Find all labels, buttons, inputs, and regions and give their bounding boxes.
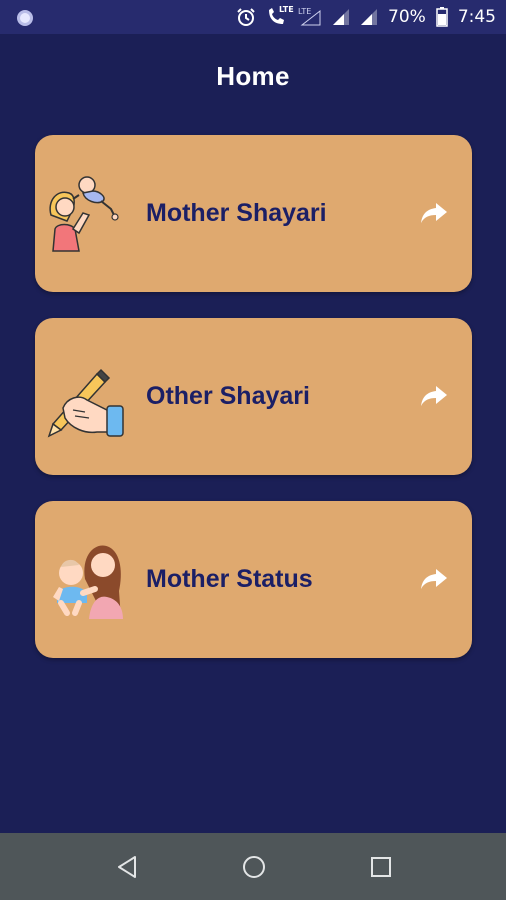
signal-strength-icon (332, 8, 350, 26)
page-title: Home (216, 60, 290, 91)
recents-icon[interactable] (367, 853, 395, 881)
mother-child-play-icon (45, 173, 127, 255)
home-icon[interactable] (240, 853, 268, 881)
battery-icon (436, 7, 448, 27)
status-icons: LTE LTE 70% 7:45 (236, 0, 496, 34)
status-bar: LTE LTE 70% 7:45 (0, 0, 506, 34)
card-label: Mother Shayari (146, 199, 327, 227)
card-mother-status[interactable]: Mother Status (35, 501, 472, 658)
navigation-bar (0, 833, 506, 900)
clock-time: 7:45 (457, 7, 496, 27)
battery-percent: 70% (388, 7, 426, 27)
share-arrow-icon[interactable] (420, 201, 448, 225)
phone-lte-icon: LTE (266, 5, 294, 27)
mother-baby-icon (45, 539, 127, 621)
signal-strength-icon-2 (360, 8, 378, 26)
share-arrow-icon[interactable] (420, 384, 448, 408)
share-arrow-icon[interactable] (420, 567, 448, 591)
lte-label: LTE (279, 5, 294, 14)
card-label: Other Shayari (146, 382, 310, 410)
alarm-icon (236, 7, 256, 27)
app-header: Home (0, 34, 506, 118)
lte-signal-icon: LTE (298, 7, 322, 27)
hand-writing-pen-icon (45, 356, 127, 438)
notification-dot-icon (16, 9, 34, 31)
card-other-shayari[interactable]: Other Shayari (35, 318, 472, 475)
card-label: Mother Status (146, 565, 313, 593)
card-mother-shayari[interactable]: Mother Shayari (35, 135, 472, 292)
back-icon[interactable] (113, 853, 141, 881)
